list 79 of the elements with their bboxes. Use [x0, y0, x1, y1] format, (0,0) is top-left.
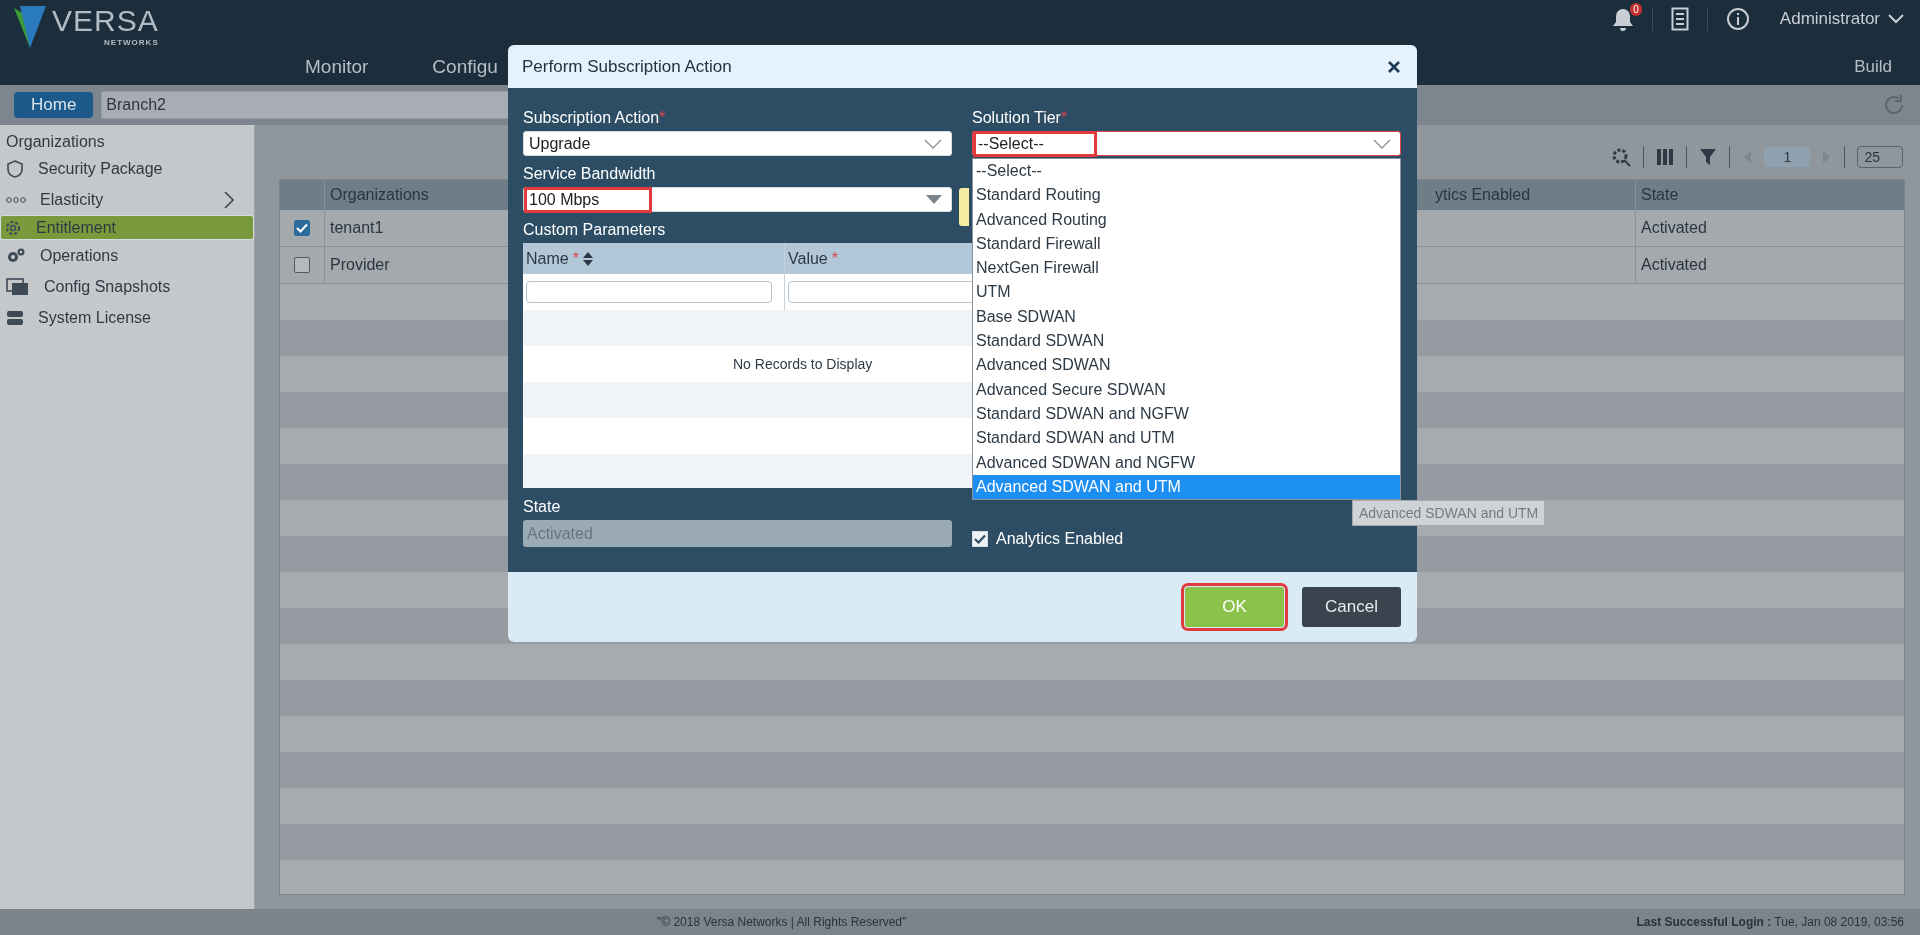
- notification-bell-icon[interactable]: [1611, 7, 1634, 31]
- table-cell-text: Activated: [1640, 218, 1708, 238]
- filter-icon[interactable]: [1699, 148, 1718, 166]
- photos-icon: [6, 277, 30, 296]
- required-mark: *: [831, 249, 838, 268]
- required-mark: *: [659, 109, 666, 126]
- dropdown-option[interactable]: Standard SDWAN: [973, 329, 1400, 354]
- gear-icon: [4, 218, 22, 237]
- field-label: State: [523, 498, 561, 515]
- server-icon: [6, 308, 24, 327]
- close-icon[interactable]: [1387, 59, 1401, 74]
- shield-icon: [6, 159, 24, 178]
- info-icon[interactable]: [1725, 7, 1750, 31]
- row-checkbox[interactable]: [294, 220, 310, 236]
- nav-tab[interactable]: Build: [1854, 57, 1892, 77]
- name-filter-field[interactable]: [526, 281, 772, 303]
- last-login-label: Last Successful Login :: [1636, 915, 1772, 929]
- nav-tab[interactable]: Monitor: [305, 56, 369, 78]
- logo-text: VERSA: [52, 4, 159, 38]
- dropdown-option[interactable]: Advanced SDWAN: [973, 353, 1400, 378]
- solution-tier-select[interactable]: --Select--: [972, 131, 1401, 156]
- cancel-button[interactable]: Cancel: [1302, 587, 1401, 627]
- sidebar-heading: Organizations: [5, 132, 106, 152]
- dropdown-option[interactable]: UTM: [973, 280, 1400, 305]
- page-number-field[interactable]: 1: [1764, 147, 1811, 167]
- chevron-down-icon: [924, 138, 942, 149]
- column-header: Name: [526, 249, 569, 268]
- dropdown-option[interactable]: Standard SDWAN and NGFW: [973, 401, 1400, 427]
- hint-marker: [959, 188, 969, 226]
- sidebar-item[interactable]: Operations: [0, 240, 254, 271]
- sidebar-item[interactable]: Elasticity: [0, 184, 254, 215]
- empty-message: No Records to Display: [733, 356, 873, 372]
- row-checkbox[interactable]: [294, 257, 310, 273]
- logo-subtitle: NETWORKS: [104, 38, 159, 47]
- sidebar-item[interactable]: Security Package: [0, 153, 254, 184]
- service-bandwidth-select[interactable]: 100 Mbps: [523, 187, 952, 212]
- settings-icon[interactable]: [1611, 147, 1632, 167]
- logo-icon: [12, 4, 48, 50]
- dropdown-option[interactable]: Advanced SDWAN and NGFW: [973, 450, 1400, 475]
- gears-icon: [6, 246, 26, 265]
- tooltip: Advanced SDWAN and UTM: [1352, 500, 1546, 526]
- column-header: ytics Enabled: [1435, 186, 1531, 204]
- sort-icon[interactable]: [582, 251, 593, 266]
- nav-tab[interactable]: Configu: [432, 56, 498, 78]
- dropdown-option[interactable]: Standard Firewall: [973, 231, 1400, 257]
- dropdown-option[interactable]: Standard SDWAN and UTM: [973, 426, 1400, 451]
- sidebar-item[interactable]: Entitlement: [0, 215, 254, 240]
- chevron-down-icon[interactable]: [1888, 14, 1904, 24]
- sidebar-item[interactable]: System License: [0, 302, 254, 333]
- dropdown-arrow-icon: [926, 195, 942, 204]
- dialog-title: Perform Subscription Action: [522, 56, 732, 77]
- columns-icon[interactable]: [1656, 148, 1675, 166]
- field-label: Solution Tier: [972, 109, 1061, 126]
- dropdown-option[interactable]: Base SDWAN: [973, 304, 1400, 330]
- field-label: Service Bandwidth: [523, 165, 656, 182]
- required-mark: *: [1060, 109, 1068, 126]
- section-label: Custom Parameters: [523, 221, 666, 238]
- page-size-select[interactable]: 25: [1857, 146, 1903, 168]
- home-button[interactable]: Home: [14, 92, 94, 118]
- sidebar-item[interactable]: Config Snapshots: [0, 271, 254, 302]
- required-mark: *: [572, 249, 579, 268]
- table-cell-text: Activated: [1640, 255, 1708, 275]
- dropdown-option[interactable]: Advanced Routing: [973, 207, 1400, 232]
- column-header: State: [1640, 185, 1680, 205]
- subscription-action-select[interactable]: Upgrade: [523, 131, 952, 156]
- last-login-time: Tue, Jan 08 2019, 03:56: [1774, 915, 1904, 929]
- dropdown-option[interactable]: Advanced Secure SDWAN: [973, 377, 1400, 402]
- dropdown-option[interactable]: NextGen Firewall: [973, 256, 1400, 281]
- dropdown-option[interactable]: --Select--: [973, 159, 1400, 184]
- chevron-down-icon: [1373, 138, 1391, 149]
- report-icon[interactable]: [1670, 7, 1689, 31]
- copyright-text: "© 2018 Versa Networks | All Rights Reserved": [657, 915, 907, 929]
- analytics-checkbox[interactable]: [972, 531, 988, 547]
- dropdown-option[interactable]: Standard Routing: [973, 183, 1400, 208]
- checkbox-label: Analytics Enabled: [996, 530, 1124, 548]
- user-menu[interactable]: Administrator: [1779, 9, 1880, 29]
- field-label: Subscription Action: [523, 109, 660, 126]
- chain-icon: [6, 194, 26, 205]
- notification-count: 0: [1630, 3, 1642, 16]
